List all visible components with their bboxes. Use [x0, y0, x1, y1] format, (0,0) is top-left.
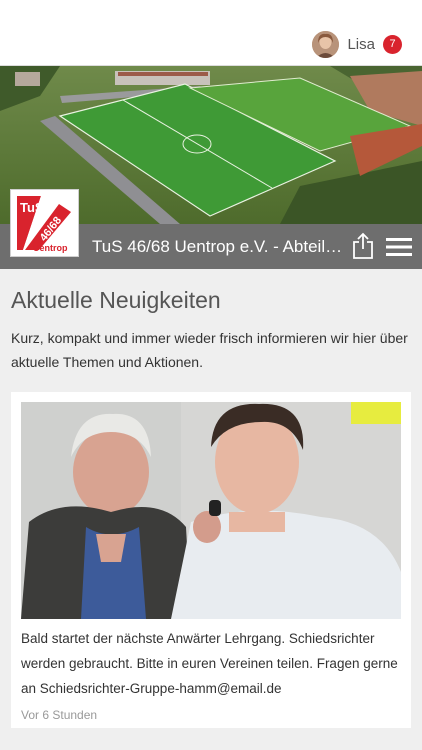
logo-text-top: TuS — [20, 200, 44, 215]
user-avatar[interactable] — [312, 30, 340, 58]
section-title: Aktuelle Neuigkeiten — [11, 287, 221, 313]
logo-text-bottom: Uentrop — [33, 243, 68, 253]
news-image[interactable] — [21, 402, 401, 619]
hamburger-menu-icon[interactable] — [386, 236, 412, 258]
club-name: TuS 46/68 Uentrop e.V. - Abteilung Fußba… — [92, 237, 344, 256]
share-icon[interactable] — [351, 232, 375, 260]
news-timestamp: Vor 6 Stunden — [21, 708, 98, 722]
news-card[interactable]: Bald startet der nächste Anwärter Lehrga… — [11, 392, 411, 728]
user-profile[interactable]: Lisa 7 — [312, 30, 402, 58]
top-bar: Lisa 7 — [0, 0, 422, 66]
notification-badge[interactable]: 7 — [383, 34, 402, 54]
user-name[interactable]: Lisa — [347, 36, 375, 53]
section-description: Kurz, kompakt und immer wieder frisch in… — [11, 330, 408, 370]
news-text: Bald startet der nächste Anwärter Lehrga… — [21, 631, 398, 696]
club-logo[interactable]: TuS 46/68 Uentrop — [10, 189, 79, 257]
